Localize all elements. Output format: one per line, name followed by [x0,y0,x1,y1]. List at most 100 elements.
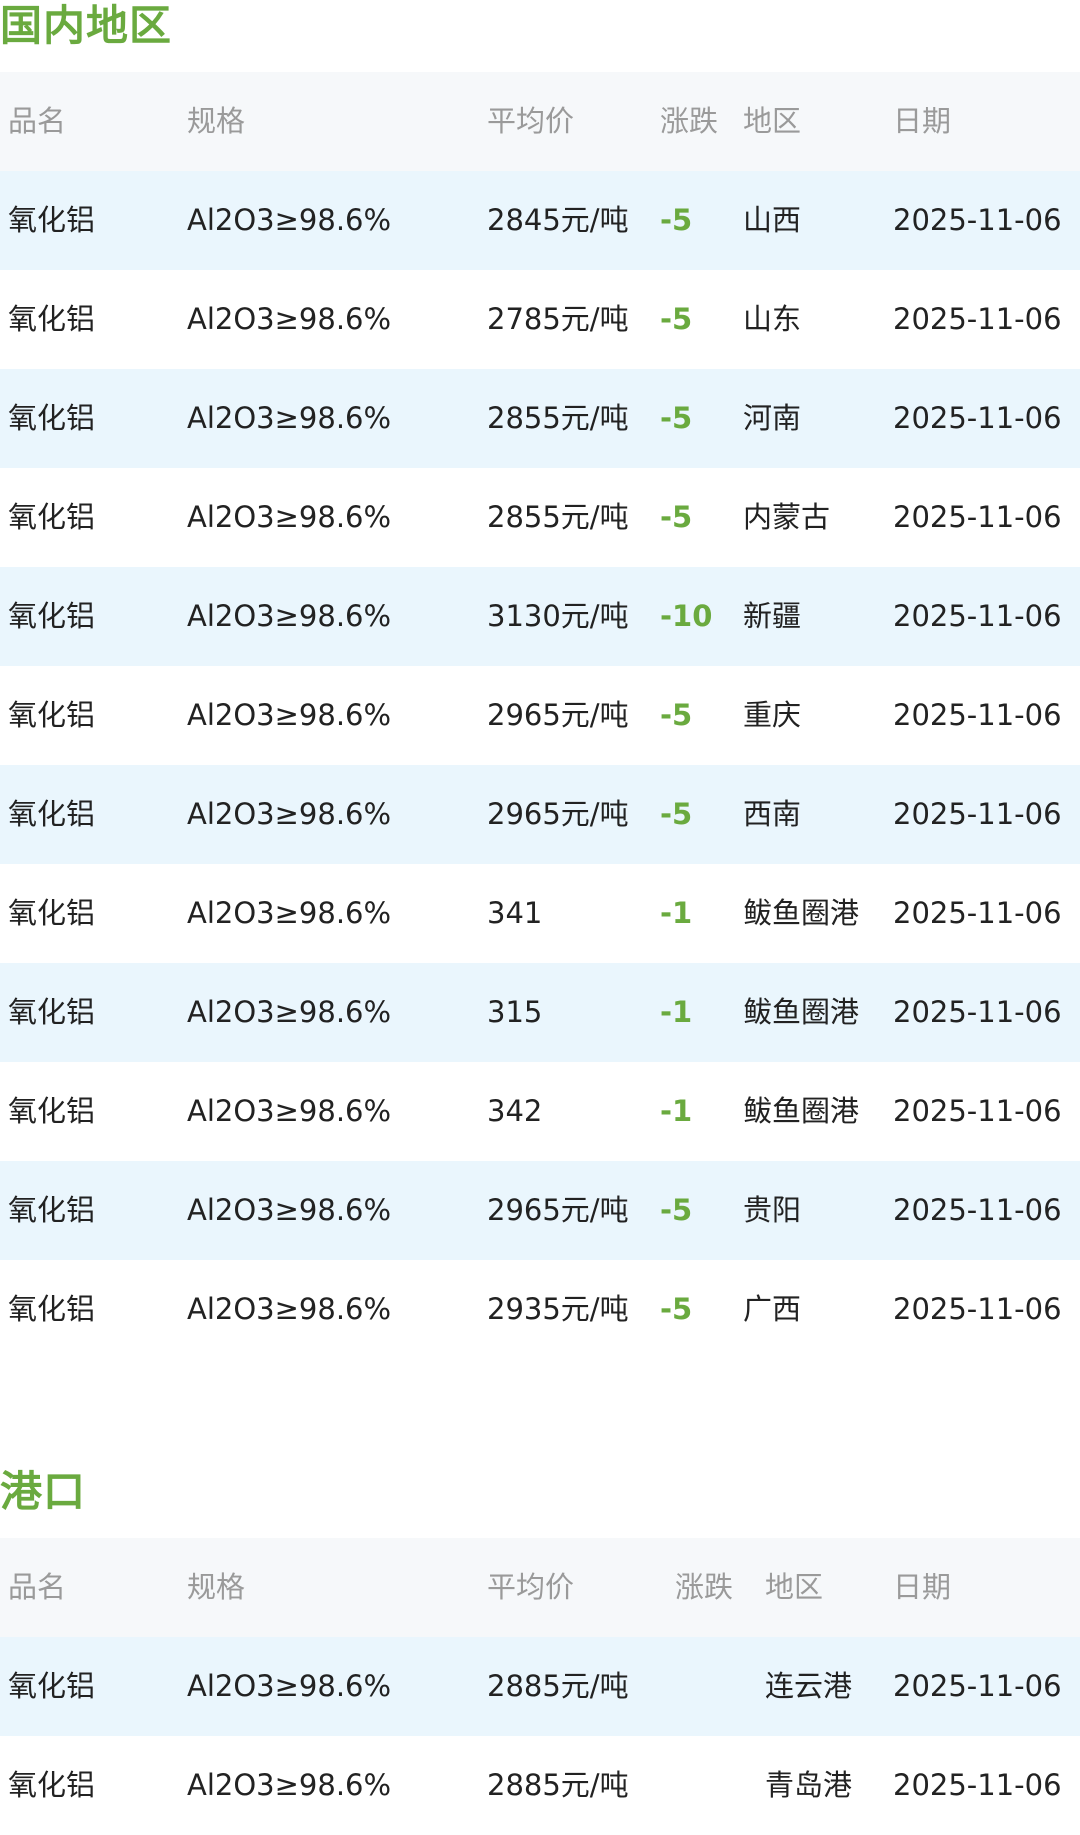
cell-name: 氧化铝 [8,401,96,435]
table-row[interactable]: 氧化铝 Al2O3≥98.6% 341 -1 鲅鱼圈港 2025-11-06 [0,864,1080,963]
cell-name: 氧化铝 [8,1094,96,1128]
table-row[interactable]: 氧化铝 Al2O3≥98.6% 2855元/吨 -5 内蒙古 2025-11-0… [0,468,1080,567]
table-row[interactable]: 氧化铝 Al2O3≥98.6% 2885元/吨 青岛港 2025-11-06 [0,1736,1080,1835]
table-row[interactable]: 氧化铝 Al2O3≥98.6% 2965元/吨 -5 西南 2025-11-06 [0,765,1080,864]
cell-region: 内蒙古 [743,500,831,534]
domestic-price-table: 品名 规格 平均价 涨跌 地区 日期 氧化铝 Al2O3≥98.6% 2845元… [0,72,1080,1359]
cell-region: 山西 [743,203,802,237]
cell-spec: Al2O3≥98.6% [187,302,392,336]
header-spec[interactable]: 规格 [187,1538,245,1637]
cell-name: 氧化铝 [8,1768,96,1802]
cell-spec: Al2O3≥98.6% [187,797,392,831]
table-header-row: 品名 规格 平均价 涨跌 地区 日期 [0,72,1080,171]
section-title-port: 港口 [0,1467,87,1516]
header-date[interactable]: 日期 [893,1538,951,1637]
cell-date: 2025-11-06 [893,401,1062,435]
cell-price: 2885元/吨 [487,1669,629,1703]
cell-change: -5 [660,203,693,237]
cell-price: 2935元/吨 [487,1292,629,1326]
cell-spec: Al2O3≥98.6% [187,599,392,633]
cell-date: 2025-11-06 [893,1669,1062,1703]
header-region[interactable]: 地区 [765,1538,823,1637]
header-change[interactable]: 涨跌 [675,1538,733,1637]
cell-price: 2965元/吨 [487,797,629,831]
cell-date: 2025-11-06 [893,599,1062,633]
cell-name: 氧化铝 [8,995,96,1029]
cell-region: 青岛港 [765,1768,853,1802]
cell-date: 2025-11-06 [893,896,1062,930]
port-price-table: 品名 规格 平均价 涨跌 地区 日期 氧化铝 Al2O3≥98.6% 2885元… [0,1538,1080,1835]
header-change[interactable]: 涨跌 [660,72,718,171]
cell-change: -5 [660,797,693,831]
cell-name: 氧化铝 [8,896,96,930]
table-row[interactable]: 氧化铝 Al2O3≥98.6% 342 -1 鲅鱼圈港 2025-11-06 [0,1062,1080,1161]
table-row[interactable]: 氧化铝 Al2O3≥98.6% 2855元/吨 -5 河南 2025-11-06 [0,369,1080,468]
cell-region: 连云港 [765,1669,853,1703]
cell-price: 3130元/吨 [487,599,629,633]
header-name[interactable]: 品名 [8,72,66,171]
header-spec[interactable]: 规格 [187,72,245,171]
header-price[interactable]: 平均价 [487,72,574,171]
cell-region: 广西 [743,1292,802,1326]
cell-region: 鲅鱼圈港 [743,1094,860,1128]
cell-price: 2885元/吨 [487,1768,629,1802]
section-title-domestic: 国内地区 [0,1,173,50]
cell-date: 2025-11-06 [893,1094,1062,1128]
cell-name: 氧化铝 [8,500,96,534]
cell-date: 2025-11-06 [893,302,1062,336]
cell-change: -5 [660,500,693,534]
cell-change: -5 [660,1193,693,1227]
cell-spec: Al2O3≥98.6% [187,401,392,435]
cell-spec: Al2O3≥98.6% [187,1193,392,1227]
table-row[interactable]: 氧化铝 Al2O3≥98.6% 2885元/吨 连云港 2025-11-06 [0,1637,1080,1736]
cell-date: 2025-11-06 [893,995,1062,1029]
header-name[interactable]: 品名 [8,1538,66,1637]
table-row[interactable]: 氧化铝 Al2O3≥98.6% 2845元/吨 -5 山西 2025-11-06 [0,171,1080,270]
cell-change: -1 [660,995,693,1029]
cell-change: -1 [660,1094,693,1128]
cell-name: 氧化铝 [8,599,96,633]
cell-date: 2025-11-06 [893,500,1062,534]
table-row[interactable]: 氧化铝 Al2O3≥98.6% 315 -1 鲅鱼圈港 2025-11-06 [0,963,1080,1062]
table-header-row: 品名 规格 平均价 涨跌 地区 日期 [0,1538,1080,1637]
cell-change: -1 [660,896,693,930]
cell-price: 315 [487,995,543,1029]
cell-price: 2845元/吨 [487,203,629,237]
cell-date: 2025-11-06 [893,1193,1062,1227]
cell-change: -5 [660,401,693,435]
header-region[interactable]: 地区 [743,72,801,171]
cell-price: 341 [487,896,543,930]
cell-spec: Al2O3≥98.6% [187,896,392,930]
cell-price: 2785元/吨 [487,302,629,336]
cell-date: 2025-11-06 [893,1768,1062,1802]
cell-spec: Al2O3≥98.6% [187,698,392,732]
cell-change: -5 [660,698,693,732]
header-price[interactable]: 平均价 [487,1538,574,1637]
table-row[interactable]: 氧化铝 Al2O3≥98.6% 3130元/吨 -10 新疆 2025-11-0… [0,567,1080,666]
table-row[interactable]: 氧化铝 Al2O3≥98.6% 2935元/吨 -5 广西 2025-11-06 [0,1260,1080,1359]
header-date[interactable]: 日期 [893,72,951,171]
cell-spec: Al2O3≥98.6% [187,995,392,1029]
cell-region: 贵阳 [743,1193,802,1227]
cell-spec: Al2O3≥98.6% [187,1768,392,1802]
cell-region: 新疆 [743,599,802,633]
table-row[interactable]: 氧化铝 Al2O3≥98.6% 2965元/吨 -5 贵阳 2025-11-06 [0,1161,1080,1260]
cell-change: -10 [660,599,713,633]
table-row[interactable]: 氧化铝 Al2O3≥98.6% 2785元/吨 -5 山东 2025-11-06 [0,270,1080,369]
cell-date: 2025-11-06 [893,797,1062,831]
table-row[interactable]: 氧化铝 Al2O3≥98.6% 2965元/吨 -5 重庆 2025-11-06 [0,666,1080,765]
cell-price: 2965元/吨 [487,698,629,732]
cell-spec: Al2O3≥98.6% [187,1094,392,1128]
cell-name: 氧化铝 [8,203,96,237]
cell-region: 河南 [743,401,802,435]
cell-spec: Al2O3≥98.6% [187,500,392,534]
cell-spec: Al2O3≥98.6% [187,1292,392,1326]
cell-region: 鲅鱼圈港 [743,995,860,1029]
cell-region: 重庆 [743,698,802,732]
cell-name: 氧化铝 [8,1292,96,1326]
cell-name: 氧化铝 [8,1669,96,1703]
cell-date: 2025-11-06 [893,203,1062,237]
cell-name: 氧化铝 [8,1193,96,1227]
cell-name: 氧化铝 [8,302,96,336]
cell-region: 鲅鱼圈港 [743,896,860,930]
